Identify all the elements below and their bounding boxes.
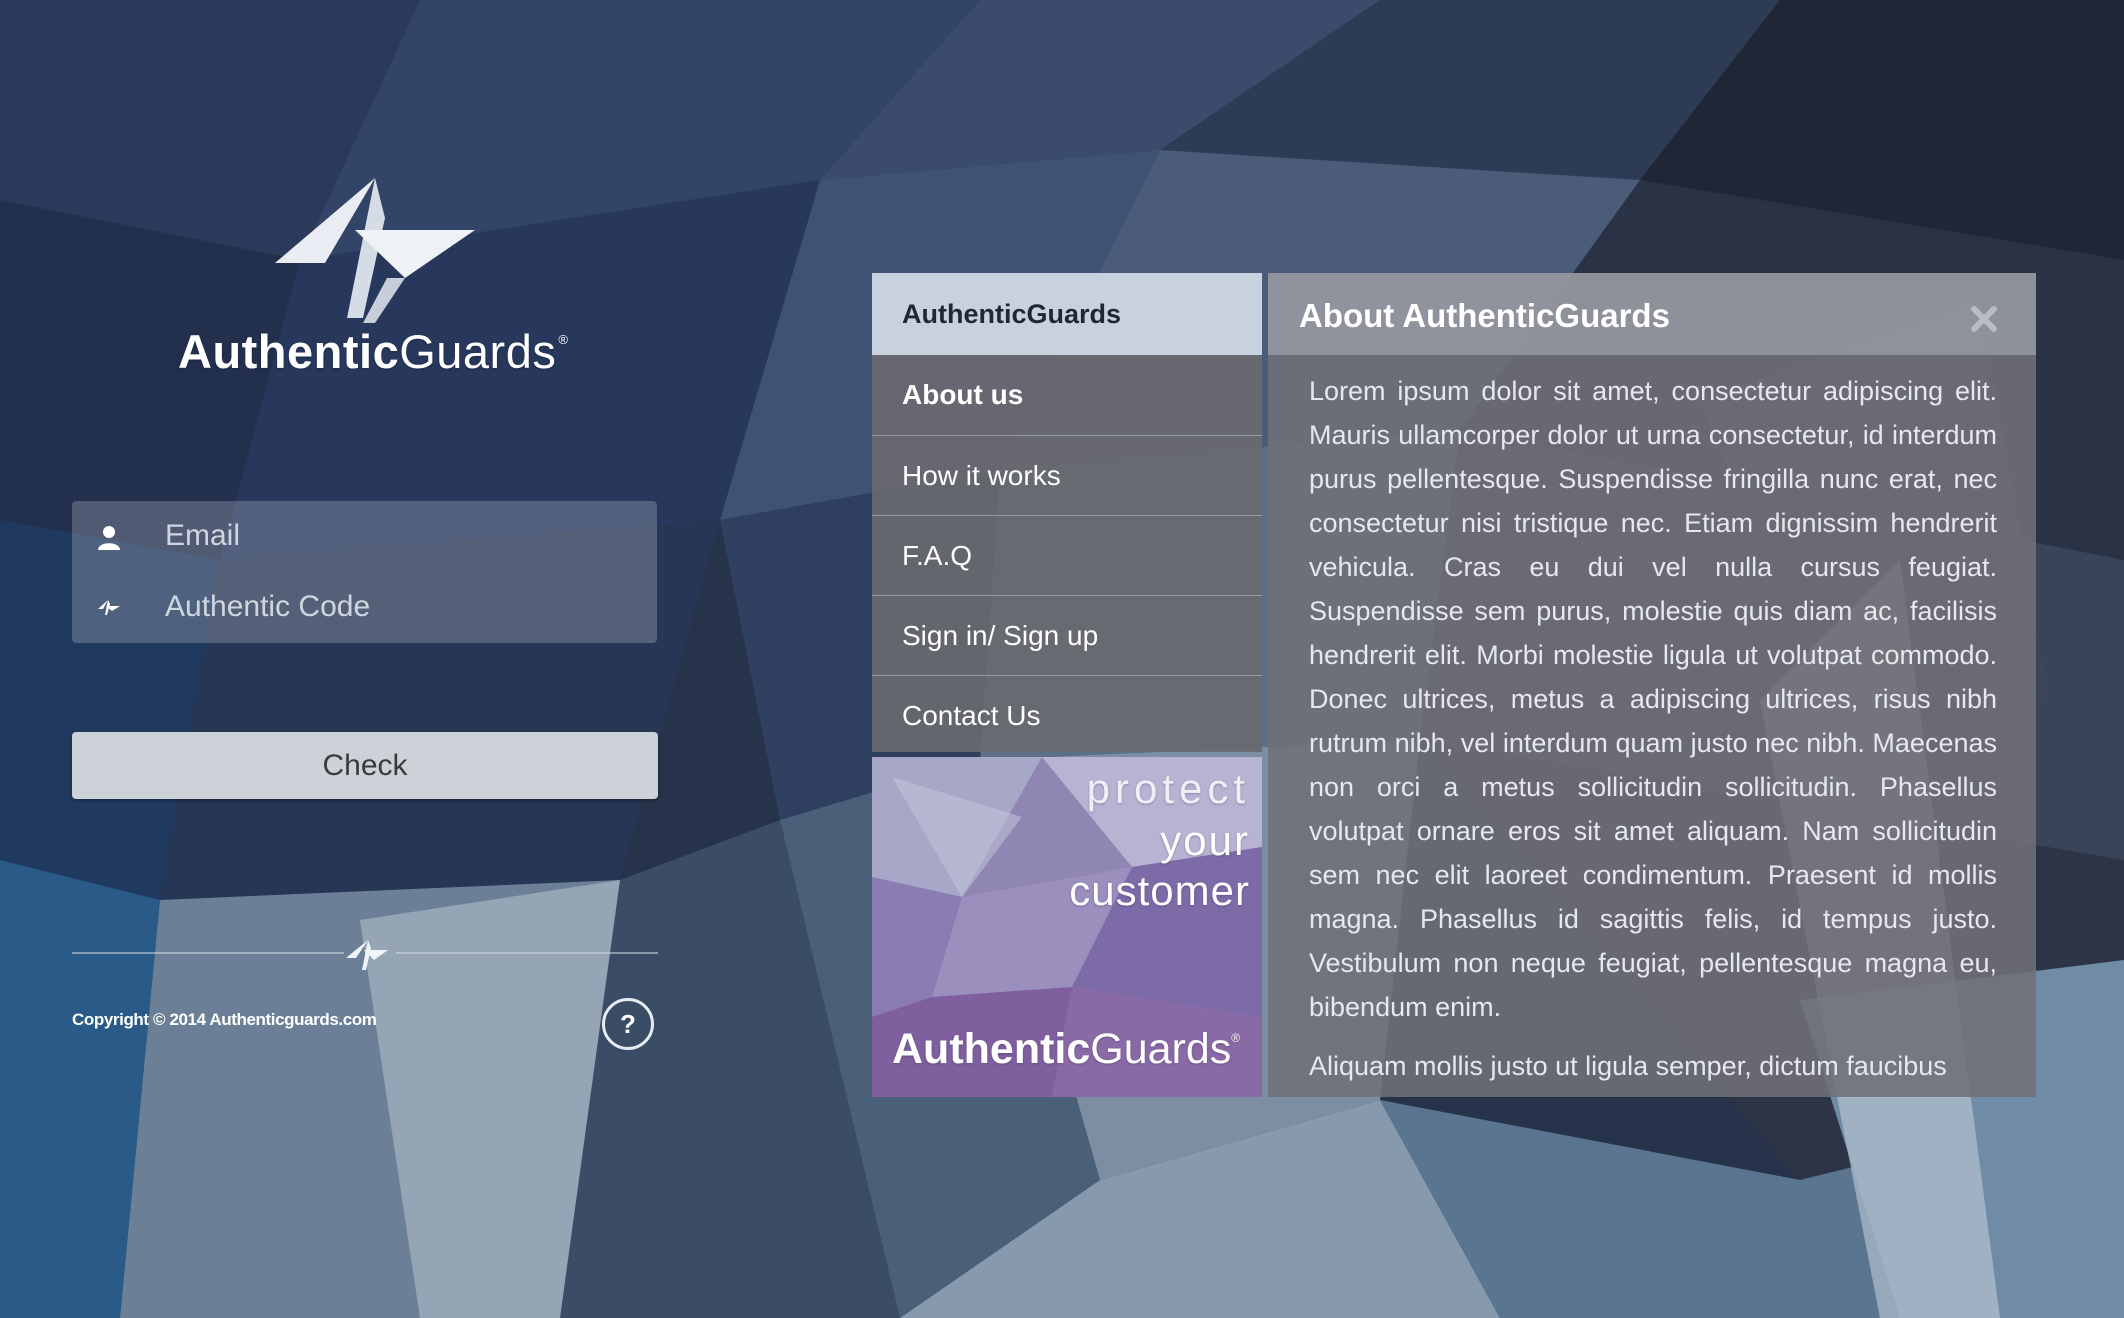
panel-paragraph-2: Aliquam mollis justo ut ligula semper, d… xyxy=(1309,1051,1947,1081)
copyright-text: Copyright © 2014 Authenticguards.com xyxy=(72,1010,377,1029)
promo-banner: protect your customer AuthenticGuards® xyxy=(872,757,1262,1097)
authentic-code-field[interactable]: Authentic Code xyxy=(72,572,657,643)
footer-logo-icon xyxy=(346,940,388,970)
footer-divider-right xyxy=(396,952,658,954)
footer-divider-left xyxy=(72,952,344,954)
check-button[interactable]: Check xyxy=(72,732,658,799)
nav-item-how-it-works[interactable]: How it works xyxy=(872,435,1262,515)
bolt-logo-icon xyxy=(98,600,120,615)
promo-brand-wordmark: AuthenticGuards® xyxy=(892,1025,1240,1074)
help-button[interactable]: ? xyxy=(602,998,654,1050)
nav-header[interactable]: AuthenticGuards xyxy=(872,273,1262,355)
login-form: Email Authentic Code xyxy=(72,501,657,643)
panel-body-text[interactable]: Lorem ipsum dolor sit amet, consectetur … xyxy=(1309,369,1997,1089)
brand-name-bold: Authentic xyxy=(178,325,400,378)
authenticguards-logo-icon xyxy=(275,178,475,323)
brand-name-light: Guards xyxy=(399,325,557,378)
nav-item-contact-us[interactable]: Contact Us xyxy=(872,675,1262,755)
promo-brand-bold: Authentic xyxy=(892,1025,1091,1073)
panel-header: About AuthenticGuards xyxy=(1268,273,2036,355)
panel-title: About AuthenticGuards xyxy=(1299,297,1670,334)
panel-paragraph-1: Lorem ipsum dolor sit amet, consectetur … xyxy=(1309,376,1997,1022)
promo-line-2: your xyxy=(1160,817,1250,864)
email-placeholder: Email xyxy=(165,519,241,552)
promo-line-1: protect xyxy=(1086,765,1250,812)
about-panel: About AuthenticGuards Lorem ipsum dolor … xyxy=(1268,273,2036,1097)
promo-registered-mark: ® xyxy=(1231,1031,1241,1045)
brand-wordmark: AuthenticGuards ® xyxy=(178,324,568,379)
nav-item-sign-in-sign-up[interactable]: Sign in/ Sign up xyxy=(872,595,1262,675)
email-field[interactable]: Email xyxy=(72,501,657,572)
registered-mark: ® xyxy=(558,332,569,347)
close-icon[interactable] xyxy=(1970,305,1998,333)
authentic-code-placeholder: Authentic Code xyxy=(165,590,371,623)
nav-item-faq[interactable]: F.A.Q xyxy=(872,515,1262,595)
main-navigation: AuthenticGuards About us How it works F.… xyxy=(872,273,1262,752)
promo-line-3: customer xyxy=(1069,867,1250,914)
user-icon xyxy=(98,526,120,550)
nav-item-about-us[interactable]: About us xyxy=(872,355,1262,435)
promo-brand-light: Guards xyxy=(1090,1025,1232,1073)
